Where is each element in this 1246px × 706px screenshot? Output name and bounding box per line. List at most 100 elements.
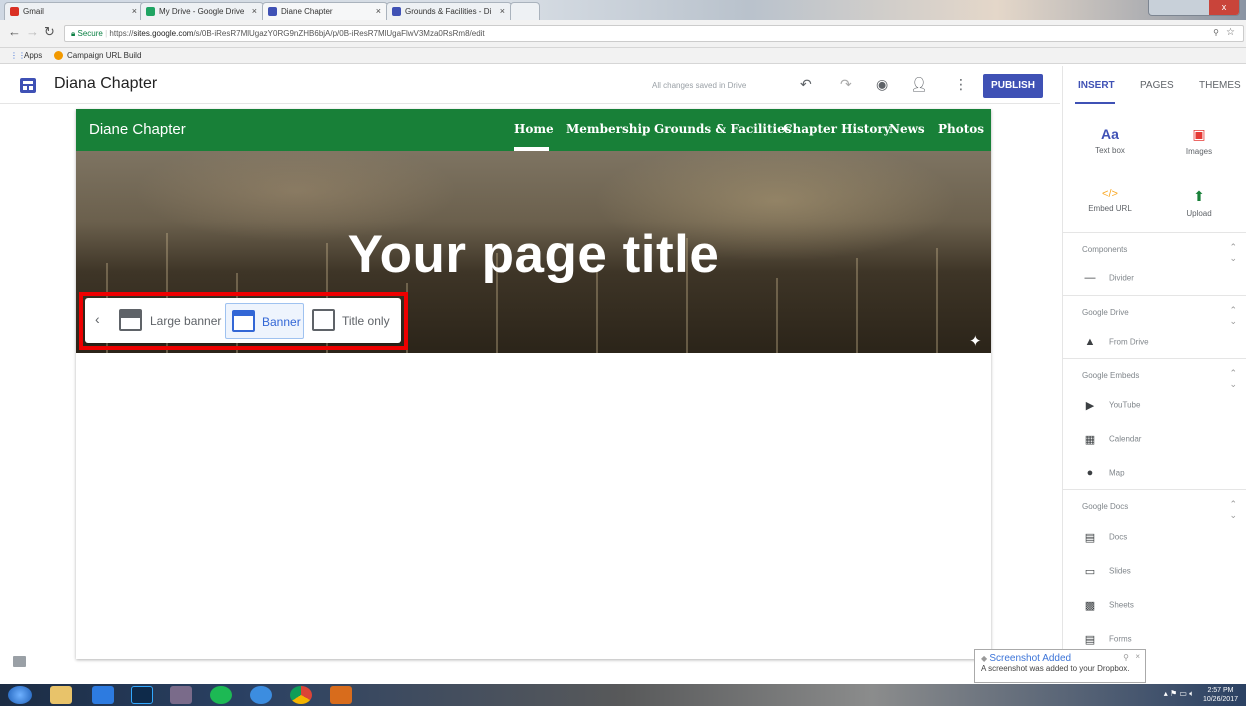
bookmark-apps[interactable]: Apps — [24, 51, 42, 60]
photoshop-icon[interactable] — [131, 686, 153, 704]
back-arrow-icon[interactable]: ← — [8, 24, 21, 39]
more-options-icon[interactable]: ⋮ — [954, 76, 968, 93]
pin-icon[interactable]: ⚲ — [1123, 653, 1129, 662]
insert-upload[interactable]: ⬆ Upload — [1169, 188, 1229, 218]
internet-explorer-icon[interactable] — [250, 686, 272, 704]
chrome-icon[interactable] — [290, 686, 312, 704]
feedback-icon[interactable] — [13, 656, 26, 667]
publish-button[interactable]: PUBLISH — [983, 74, 1043, 98]
bookmark-star-icon[interactable]: ☆ — [1226, 27, 1235, 38]
spotify-icon[interactable] — [210, 686, 232, 704]
zoom-icon[interactable]: ⚲ — [1213, 28, 1219, 37]
insert-text-box[interactable]: Aa Text box — [1080, 126, 1140, 155]
bookmark-campaign-url-builder[interactable]: Campaign URL Build — [67, 51, 141, 60]
insert-docs[interactable]: ▤ Docs — [1083, 531, 1127, 544]
drive-icon — [146, 7, 155, 16]
youtube-icon: ▶ — [1085, 400, 1095, 412]
nav-home[interactable]: Home — [514, 122, 554, 136]
app-icon[interactable] — [170, 686, 192, 704]
tab-gmail[interactable]: Gmail × — [4, 2, 144, 20]
layout-label: Banner — [262, 315, 301, 329]
forms-icon: ▤ — [1084, 634, 1096, 646]
insert-images[interactable]: ▣ Images — [1169, 126, 1229, 156]
section-google-drive[interactable]: Google Drive ⌃ ⌄ — [1063, 295, 1246, 327]
section-google-embeds[interactable]: Google Embeds ⌃ ⌄ — [1063, 358, 1246, 390]
site-brand[interactable]: Diane Chapter — [89, 121, 186, 138]
preview-eye-icon[interactable]: ◉ — [876, 76, 888, 93]
system-tray-icons[interactable]: ▴ ⚑ ▭ 🔈︎ — [1164, 689, 1194, 699]
close-tab-icon[interactable]: × — [252, 6, 257, 16]
drive-icon: ▲ — [1084, 336, 1096, 348]
tab-themes[interactable]: THEMES — [1199, 80, 1241, 91]
nav-membership[interactable]: Membership — [566, 122, 650, 136]
window-close-button[interactable]: x — [1209, 0, 1239, 15]
tab-pages[interactable]: PAGES — [1140, 80, 1174, 91]
item-label: YouTube — [1109, 400, 1141, 410]
redo-icon[interactable]: ↷ — [840, 76, 852, 93]
upload-cloud-icon: ⬆ — [1193, 188, 1205, 204]
outlook-icon[interactable] — [330, 686, 352, 704]
close-tab-icon[interactable]: × — [132, 6, 137, 16]
file-explorer-icon[interactable] — [50, 686, 72, 704]
layout-banner[interactable]: Banner — [225, 303, 304, 339]
sparkle-icon[interactable]: ✦ — [969, 332, 982, 350]
undo-icon[interactable]: ↶ — [800, 76, 812, 93]
insert-calendar[interactable]: ▦ Calendar — [1083, 433, 1142, 446]
bookmarks-bar: ⋮⋮ Apps Campaign URL Build — [0, 48, 1246, 64]
collapse-chevron-icon[interactable]: ⌃ ⌄ — [1229, 242, 1237, 264]
nav-grounds-facilities[interactable]: Grounds & Facilities — [654, 122, 791, 136]
section-components[interactable]: Components ⌃ ⌄ — [1063, 232, 1246, 264]
item-label: Calendar — [1109, 434, 1142, 444]
tab-label: Diane Chapter — [281, 7, 333, 16]
nav-chapter-history[interactable]: Chapter History — [783, 122, 891, 136]
docs-icon: ▤ — [1084, 532, 1096, 544]
collapse-chevron-icon[interactable]: ⌃ ⌄ — [1229, 305, 1237, 327]
tile-label: Upload — [1186, 209, 1212, 218]
close-icon[interactable]: × — [1135, 652, 1140, 661]
page-title[interactable]: Your page title — [76, 224, 991, 285]
sheets-icon: ▩ — [1084, 600, 1096, 612]
layout-large-banner[interactable]: Large banner — [113, 303, 223, 339]
close-tab-icon[interactable]: × — [376, 6, 381, 16]
campaign-url-builder-icon — [54, 51, 63, 60]
title-only-icon — [312, 309, 335, 331]
layout-title-only[interactable]: Title only — [306, 303, 396, 339]
address-bar[interactable]: 🔒︎ Secure | https://sites.google.com/s/0… — [64, 25, 1244, 42]
reload-icon[interactable]: ↻ — [44, 24, 55, 40]
url-path: /s/0B-iResR7MlUgazY0RG9nZHB6bjA/p/0B-iRe… — [193, 29, 485, 38]
start-button[interactable] — [8, 686, 32, 704]
nav-news[interactable]: News — [889, 122, 925, 136]
insert-embed-url[interactable]: </> Embed URL — [1080, 188, 1140, 213]
tab-google-drive[interactable]: My Drive - Google Drive × — [140, 2, 264, 20]
insert-slides[interactable]: ▭ Slides — [1083, 565, 1131, 578]
dropbox-icon[interactable] — [92, 686, 114, 704]
collapse-chevron-icon[interactable]: ⌃ ⌄ — [1229, 368, 1237, 390]
tile-label: Images — [1185, 147, 1213, 156]
browser-tab-strip: Gmail × My Drive - Google Drive × Diane … — [0, 0, 1246, 20]
collapse-chevron-icon[interactable]: ⌃ ⌄ — [1229, 499, 1237, 521]
insert-map[interactable]: ● Map — [1083, 467, 1125, 480]
section-google-docs[interactable]: Google Docs ⌃ ⌄ — [1063, 489, 1246, 521]
chevron-left-icon[interactable]: ‹ — [95, 311, 100, 327]
tab-grounds-facilities[interactable]: Grounds & Facilities - Di × — [386, 2, 512, 20]
system-clock[interactable]: 2:57 PM 10/26/2017 — [1203, 686, 1238, 704]
insert-sheets[interactable]: ▩ Sheets — [1083, 599, 1134, 612]
tab-insert[interactable]: INSERT — [1078, 80, 1115, 91]
new-tab-button[interactable] — [510, 2, 540, 20]
insert-forms[interactable]: ▤ Forms — [1083, 633, 1132, 646]
insert-divider[interactable]: — Divider — [1083, 272, 1134, 285]
dropbox-notification[interactable]: ◆ Screenshot Added ⚲ × A screenshot was … — [974, 649, 1146, 683]
share-add-person-icon[interactable]: 👤︎ — [910, 76, 928, 93]
banner-icon — [232, 310, 255, 332]
item-label: Slides — [1109, 566, 1131, 576]
sites-editor-header: Diana Chapter All changes saved in Drive… — [0, 66, 1060, 104]
nav-photos[interactable]: Photos — [938, 122, 984, 136]
tab-diane-chapter[interactable]: Diane Chapter × — [262, 2, 388, 20]
insert-from-drive[interactable]: ▲ From Drive — [1083, 336, 1149, 349]
images-icon: ▣ — [1192, 126, 1206, 142]
forward-arrow-icon[interactable]: → — [26, 24, 39, 39]
site-name-field[interactable]: Diana Chapter — [54, 75, 157, 93]
secure-label: Secure — [77, 29, 103, 38]
insert-youtube[interactable]: ▶ YouTube — [1083, 399, 1141, 412]
close-tab-icon[interactable]: × — [500, 6, 505, 16]
